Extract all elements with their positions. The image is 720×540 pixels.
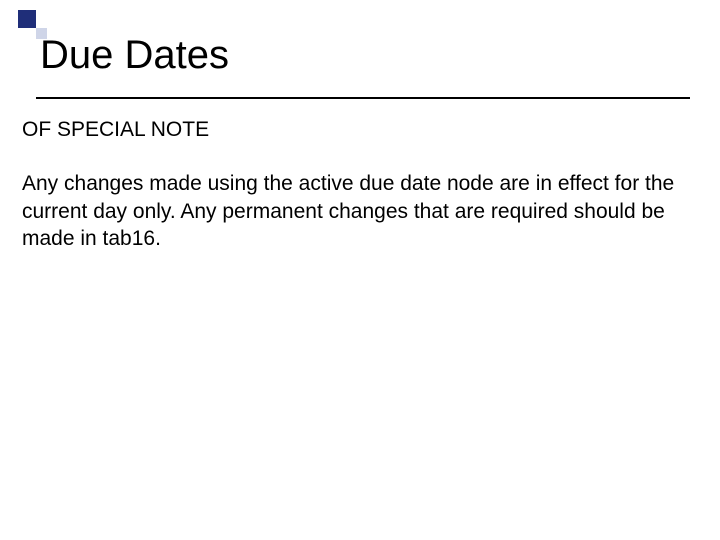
body-paragraph: Any changes made using the active due da… xyxy=(22,170,682,253)
subheading: OF SPECIAL NOTE xyxy=(22,118,682,142)
slide-body: OF SPECIAL NOTE Any changes made using t… xyxy=(22,118,682,253)
slide-title: Due Dates xyxy=(40,33,229,78)
title-underline xyxy=(36,97,690,99)
square-bullet-icon xyxy=(18,10,36,28)
slide: Due Dates OF SPECIAL NOTE Any changes ma… xyxy=(0,0,720,540)
